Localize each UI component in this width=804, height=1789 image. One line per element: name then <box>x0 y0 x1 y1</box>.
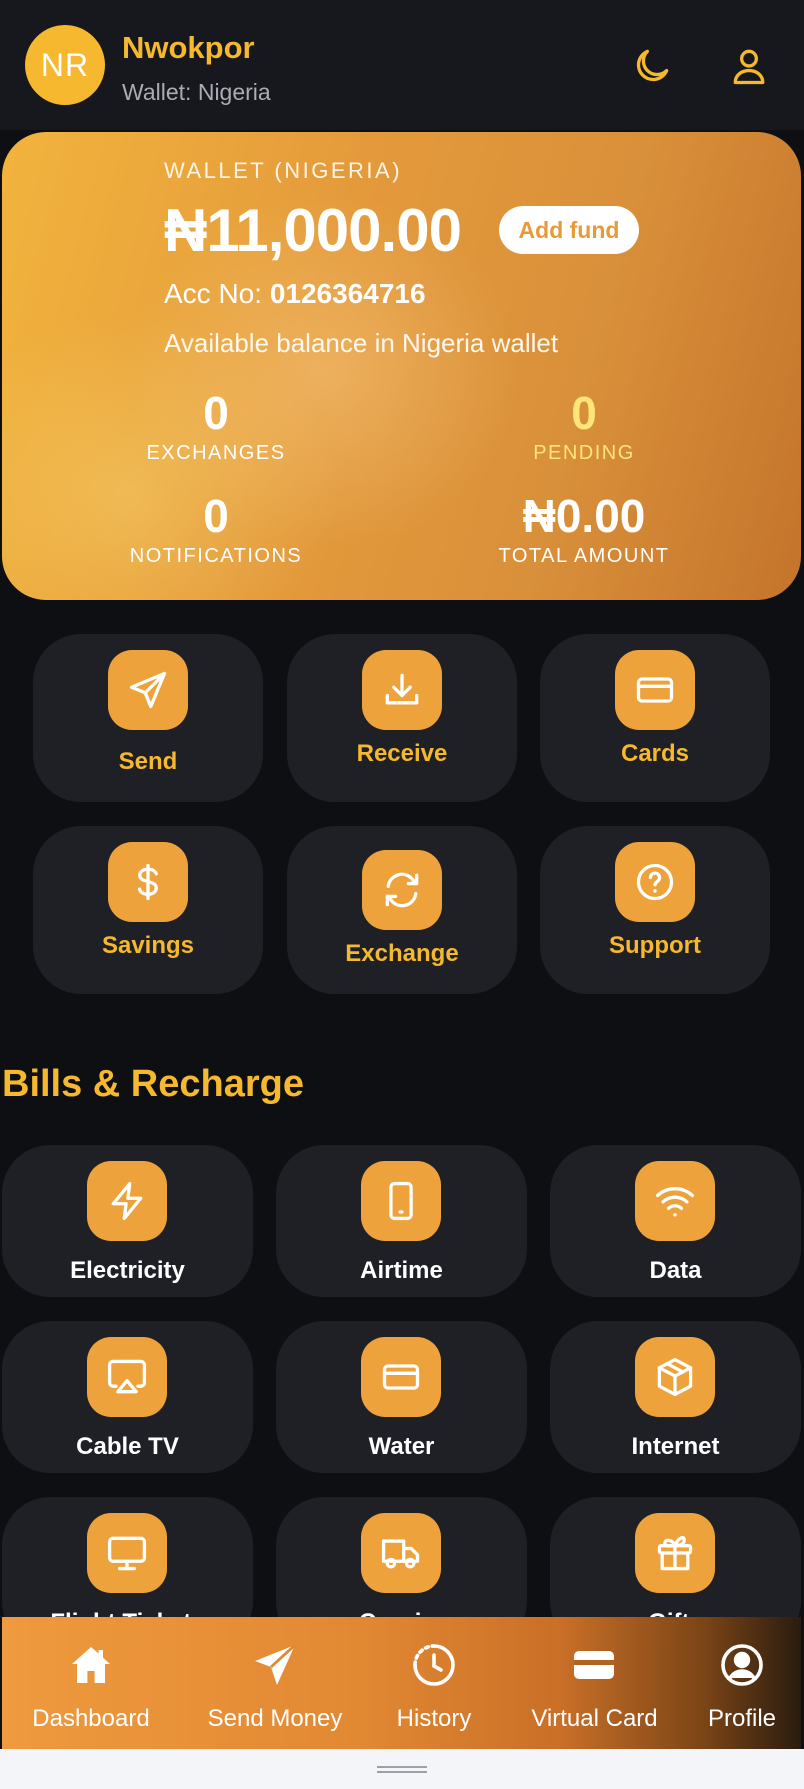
stat-label: TOTAL AMOUNT <box>498 545 670 567</box>
user-name: Nwokpor <box>122 30 255 65</box>
stat-value: ₦0.00 <box>522 490 646 542</box>
avatar[interactable]: NR <box>25 25 105 105</box>
action-label: Send <box>118 748 178 775</box>
add-fund-button[interactable]: Add fund <box>499 206 639 254</box>
nav-label: Profile <box>707 1705 777 1732</box>
action-label: Savings <box>101 932 195 959</box>
credit-card-icon <box>574 1651 614 1679</box>
send-icon <box>108 650 188 730</box>
home-indicator-handle[interactable] <box>377 1766 427 1773</box>
action-receive[interactable]: Receive <box>287 634 517 802</box>
stat-exchanges: 0 EXCHANGES <box>106 386 326 465</box>
wallet-title: WALLET (NIGERIA) <box>164 158 403 183</box>
bill-internet[interactable]: Internet <box>550 1321 801 1473</box>
section-title-bills: Bills & Recharge <box>2 1063 304 1105</box>
bill-airtime[interactable]: Airtime <box>276 1145 527 1297</box>
nav-send-money[interactable]: Send Money <box>190 1617 360 1749</box>
wallet-balance: ₦11,000.00 <box>164 197 462 264</box>
send-icon <box>255 1643 296 1685</box>
app-header: NR Nwokpor Wallet: Nigeria <box>0 0 804 130</box>
nav-label: Send Money <box>207 1705 343 1732</box>
refresh-icon <box>362 850 442 930</box>
wallet-region-label: Wallet: Nigeria <box>122 79 271 105</box>
clock-icon <box>413 1644 455 1686</box>
stat-value: 0 <box>203 387 229 439</box>
action-savings[interactable]: Savings <box>33 826 263 994</box>
nav-label: Virtual Card <box>531 1705 658 1732</box>
nav-dashboard[interactable]: Dashboard <box>16 1617 166 1749</box>
card-icon <box>361 1337 441 1417</box>
stat-total-amount: ₦0.00 TOTAL AMOUNT <box>474 489 694 568</box>
action-support[interactable]: Support <box>540 826 770 994</box>
bill-label: Electricity <box>70 1257 185 1284</box>
bill-data[interactable]: Data <box>550 1145 801 1297</box>
truck-icon <box>361 1513 441 1593</box>
nav-label: History <box>396 1705 472 1732</box>
action-label: Receive <box>356 740 448 767</box>
nav-profile[interactable]: Profile <box>682 1617 802 1749</box>
action-label: Exchange <box>345 940 459 967</box>
bill-label: Cable TV <box>76 1433 179 1460</box>
moon-icon[interactable] <box>630 44 674 88</box>
stat-notifications: 0 NOTIFICATIONS <box>106 489 326 568</box>
nav-virtual-card[interactable]: Virtual Card <box>512 1617 677 1749</box>
phone-icon <box>361 1161 441 1241</box>
airplay-icon <box>87 1337 167 1417</box>
gift-icon <box>635 1513 715 1593</box>
action-cards[interactable]: Cards <box>540 634 770 802</box>
bolt-icon <box>87 1161 167 1241</box>
user-icon[interactable] <box>727 44 771 88</box>
bill-label: Water <box>368 1433 435 1460</box>
stat-value: 0 <box>571 387 597 439</box>
box-icon <box>635 1337 715 1417</box>
bill-water[interactable]: Water <box>276 1321 527 1473</box>
bill-label: Internet <box>631 1433 720 1460</box>
account-number-label: Acc No: <box>164 278 263 309</box>
stat-pending: 0 PENDING <box>474 386 694 465</box>
home-icon <box>72 1647 110 1683</box>
action-send[interactable]: Send <box>33 634 263 802</box>
stat-value: 0 <box>203 490 229 542</box>
user-circle-icon <box>721 1644 763 1686</box>
bill-cable-tv[interactable]: Cable TV <box>2 1321 253 1473</box>
wifi-icon <box>635 1161 715 1241</box>
nav-history[interactable]: History <box>374 1617 494 1749</box>
card-icon <box>615 650 695 730</box>
bottom-navigation: Dashboard Send Money History Virtual Car… <box>2 1617 801 1749</box>
help-icon <box>615 842 695 922</box>
bill-electricity[interactable]: Electricity <box>2 1145 253 1297</box>
bill-label: Airtime <box>360 1257 443 1284</box>
available-balance-text: Available balance in Nigeria wallet <box>164 328 559 358</box>
action-exchange[interactable]: Exchange <box>287 826 517 994</box>
account-number-value: 0126364716 <box>269 278 426 309</box>
account-number: Acc No: 0126364716 <box>164 278 426 310</box>
bill-label: Data <box>649 1257 702 1284</box>
dollar-icon <box>108 842 188 922</box>
action-label: Cards <box>620 740 690 767</box>
stat-label: EXCHANGES <box>146 442 286 464</box>
nav-label: Dashboard <box>32 1705 150 1732</box>
monitor-icon <box>87 1513 167 1593</box>
stat-label: PENDING <box>533 442 635 464</box>
home-indicator[interactable] <box>0 1749 804 1789</box>
download-icon <box>362 650 442 730</box>
stat-label: NOTIFICATIONS <box>129 545 303 567</box>
action-label: Support <box>609 932 701 959</box>
